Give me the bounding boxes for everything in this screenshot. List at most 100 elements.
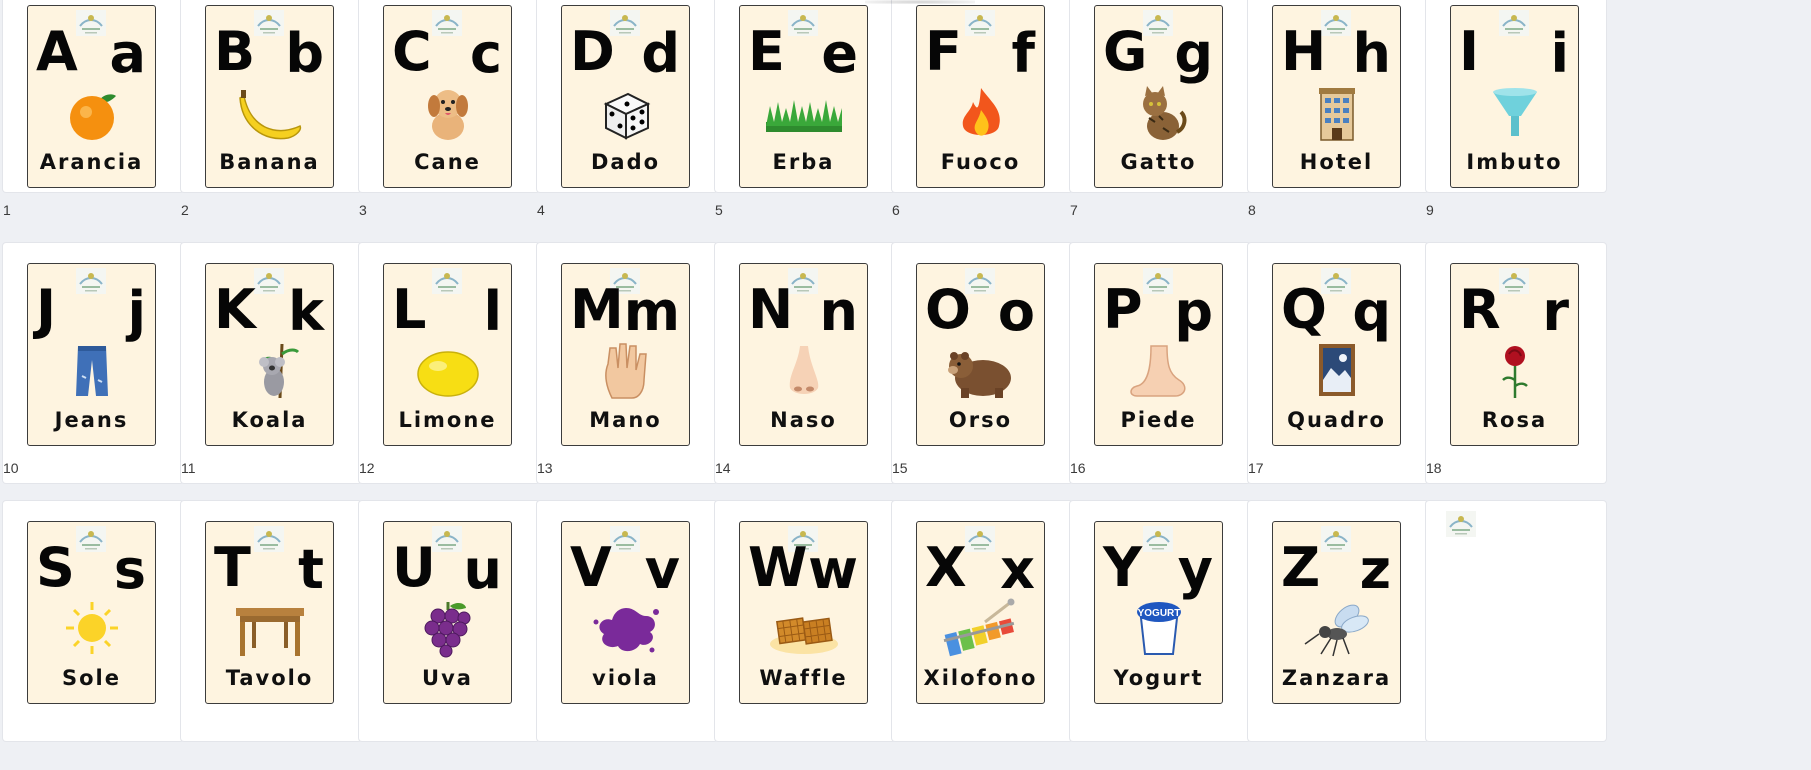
- alphabet-card: Kk Koala: [205, 263, 334, 446]
- logo-icon: [432, 10, 462, 36]
- card-word: Limone: [398, 408, 497, 432]
- slide-thumbnail[interactable]: Jj Jeans: [3, 243, 183, 483]
- slide-thumbnail[interactable]: Ll Limone: [359, 243, 539, 483]
- alphabet-card: Ee Erba: [739, 5, 868, 188]
- lowercase-letter: i: [1550, 22, 1569, 85]
- foot-icon: [1119, 340, 1199, 402]
- slide-thumbnail[interactable]: Oo Orso: [892, 243, 1072, 483]
- uppercase-letter: K: [214, 278, 256, 341]
- slide-thumbnail[interactable]: Ww Waffle: [715, 501, 895, 741]
- slide-number: 11: [181, 460, 196, 476]
- slide-thumbnail[interactable]: Mm Mano: [537, 243, 717, 483]
- violet-splash-icon: [586, 598, 666, 660]
- card-word: Yogurt: [1113, 666, 1204, 690]
- slide-thumbnail[interactable]: Ee Erba: [715, 0, 895, 192]
- alphabet-card: Gg Gatto: [1094, 5, 1223, 188]
- lowercase-letter: v: [644, 538, 680, 601]
- alphabet-card: Ll Limone: [383, 263, 512, 446]
- alphabet-card: Ii Imbuto: [1450, 5, 1579, 188]
- slide-thumbnail[interactable]: Bb Banana: [181, 0, 361, 192]
- lemon-icon: [408, 340, 488, 402]
- dice-icon: [586, 82, 666, 144]
- lowercase-letter: g: [1174, 22, 1213, 85]
- card-word: Jeans: [54, 408, 129, 432]
- uppercase-letter: U: [392, 536, 436, 599]
- lowercase-letter: z: [1359, 538, 1391, 601]
- alphabet-card: Ss Sole: [27, 521, 156, 704]
- logo-icon: [1321, 526, 1351, 552]
- slide-thumbnail[interactable]: Uu Uva: [359, 501, 539, 741]
- slide-thumbnail[interactable]: Hh Hotel: [1248, 0, 1428, 192]
- lowercase-letter: e: [821, 22, 858, 85]
- alphabet-card: Cc Cane: [383, 5, 512, 188]
- uppercase-letter: T: [214, 536, 251, 599]
- slide-thumbnail[interactable]: Zz Zanzara: [1248, 501, 1428, 741]
- slide-thumbnail[interactable]: Dd Dado: [537, 0, 717, 192]
- card-word: Arancia: [39, 150, 144, 174]
- slide-thumbnail[interactable]: Xx Xilofono: [892, 501, 1072, 741]
- alphabet-card: Dd Dado: [561, 5, 690, 188]
- uppercase-letter: P: [1103, 278, 1143, 341]
- waffle-icon: [764, 598, 844, 660]
- logo-icon: [76, 268, 106, 294]
- alphabet-card: Rr Rosa: [1450, 263, 1579, 446]
- lowercase-letter: n: [819, 280, 858, 343]
- logo-icon: [254, 268, 284, 294]
- slide-number: 12: [359, 460, 375, 476]
- logo-icon: [254, 526, 284, 552]
- dog-icon: [408, 82, 488, 144]
- logo-icon: [1143, 526, 1173, 552]
- hotel-icon: [1297, 82, 1377, 144]
- slide-number: 13: [537, 460, 553, 476]
- uppercase-letter: F: [925, 20, 962, 83]
- card-word: Rosa: [1481, 408, 1548, 432]
- logo-icon: [1143, 10, 1173, 36]
- slide-thumbnail[interactable]: Kk Koala: [181, 243, 361, 483]
- slide-thumbnail[interactable]: Aa Arancia: [3, 0, 183, 192]
- slide-number: 6: [892, 202, 900, 218]
- lowercase-letter: h: [1352, 22, 1391, 85]
- table-icon: [230, 598, 310, 660]
- alphabet-card: Oo Orso: [916, 263, 1045, 446]
- slide-thumbnail[interactable]: Ff Fuoco: [892, 0, 1072, 192]
- lowercase-letter: u: [463, 538, 502, 601]
- card-word: Cane: [414, 150, 481, 174]
- uppercase-letter: Z: [1281, 536, 1321, 599]
- lowercase-letter: m: [623, 280, 680, 343]
- slide-thumbnail[interactable]: Rr Rosa: [1426, 243, 1606, 483]
- alphabet-card: Zz Zanzara: [1272, 521, 1401, 704]
- slide-thumbnail[interactable]: Cc Cane: [359, 0, 539, 192]
- uppercase-letter: N: [748, 278, 794, 341]
- uppercase-letter: C: [392, 20, 432, 83]
- slide-thumbnail[interactable]: Nn Naso: [715, 243, 895, 483]
- lowercase-letter: c: [469, 22, 502, 85]
- slide-thumbnail[interactable]: Qq Quadro: [1248, 243, 1428, 483]
- uppercase-letter: L: [392, 278, 427, 341]
- uppercase-letter: M: [570, 278, 624, 341]
- orange-icon: [52, 82, 132, 144]
- lowercase-letter: o: [997, 280, 1035, 343]
- slide-thumbnail[interactable]: Yy YOGURT Yogurt: [1070, 501, 1250, 741]
- blank-slide-thumbnail[interactable]: [1426, 501, 1606, 741]
- uppercase-letter: Q: [1281, 278, 1327, 341]
- lowercase-letter: y: [1177, 538, 1213, 601]
- card-word: Fuoco: [940, 150, 1021, 174]
- slide-thumbnail[interactable]: Pp Piede: [1070, 243, 1250, 483]
- slide-number: 9: [1426, 202, 1434, 218]
- slide-number: 10: [3, 460, 19, 476]
- logo-icon: [788, 10, 818, 36]
- slide-thumbnail[interactable]: Vv viola: [537, 501, 717, 741]
- lowercase-letter: x: [1000, 538, 1035, 601]
- mosquito-icon: [1297, 598, 1377, 660]
- slide-thumbnail[interactable]: Tt Tavolo: [181, 501, 361, 741]
- lowercase-letter: t: [298, 538, 324, 601]
- slide-number: 16: [1070, 460, 1086, 476]
- painting-icon: [1297, 340, 1377, 402]
- slide-thumbnail[interactable]: Ss Sole: [3, 501, 183, 741]
- slide-thumbnail[interactable]: Gg Gatto: [1070, 0, 1250, 192]
- nose-icon: [764, 340, 844, 402]
- slide-thumbnail[interactable]: Ii Imbuto: [1426, 0, 1606, 192]
- uppercase-letter: X: [925, 536, 967, 599]
- alphabet-card: Uu Uva: [383, 521, 512, 704]
- slide-number: 17: [1248, 460, 1264, 476]
